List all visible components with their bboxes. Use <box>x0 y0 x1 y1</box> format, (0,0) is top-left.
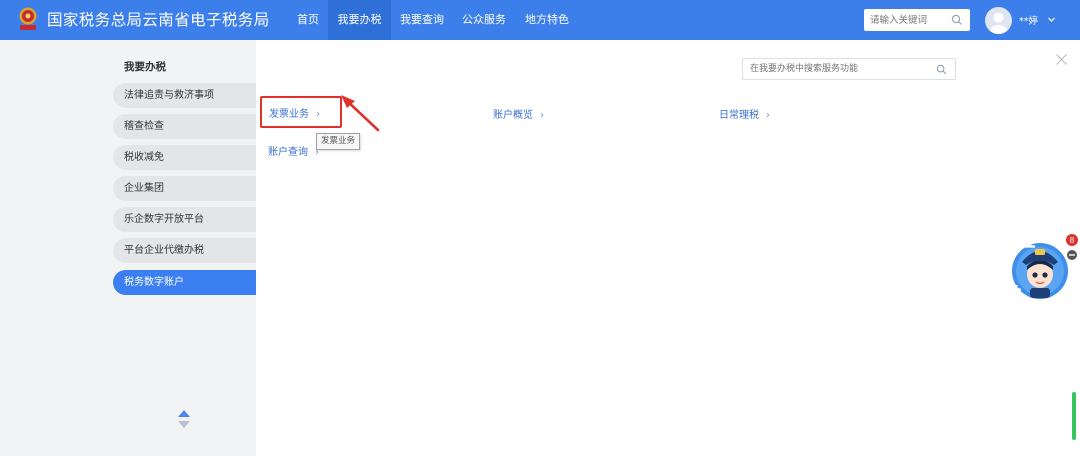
site-title[interactable]: 国家税务总局云南省电子税务局 <box>47 10 270 30</box>
link-label: 日常理税 <box>719 110 759 121</box>
user-avatar[interactable] <box>985 7 1012 34</box>
assistant-char-zheng: 征 <box>1020 232 1035 250</box>
top-navigation-bar: 国家税务总局云南省电子税务局 首页 我要办税 我要查询 公众服务 地方特色 **… <box>0 0 1080 40</box>
sidebar-item-platform-withholding[interactable]: 平台企业代缴办税 <box>113 238 256 263</box>
close-icon[interactable] <box>1055 53 1068 66</box>
assistant-char-dong: 动 <box>1006 284 1021 302</box>
nav-local-features[interactable]: 地方特色 <box>518 0 576 40</box>
scroll-up-down-icon[interactable] <box>176 408 192 430</box>
notification-count: 8 <box>1069 236 1074 245</box>
assistant-char-hu: 互 <box>994 266 1009 284</box>
tax-emblem-icon <box>19 7 37 30</box>
nav-home[interactable]: 首页 <box>290 0 326 40</box>
sidebar: 我要办税 法律追责与救济事项 稽查检查 税收减免 企业集团 乐企数字开放平台 平… <box>0 40 256 456</box>
sidebar-item-digital-account[interactable]: 税务数字账户 <box>113 270 256 295</box>
link-account-overview[interactable]: 账户概览 › <box>493 106 544 121</box>
tooltip: 发票业务 <box>316 133 361 150</box>
link-label: 账户概览 <box>493 110 533 121</box>
assistant-char-na: 纳 <box>986 248 1001 266</box>
header-search[interactable] <box>864 9 970 31</box>
service-search[interactable] <box>742 58 956 80</box>
user-name[interactable]: **婷 <box>1019 13 1038 27</box>
chevron-down-icon[interactable] <box>1047 15 1056 24</box>
link-label: 账户查询 <box>268 147 308 158</box>
link-daily-tax[interactable]: 日常理税 › <box>719 106 770 121</box>
sidebar-heading: 我要办税 <box>124 61 166 73</box>
sidebar-item-leqi-platform[interactable]: 乐企数字开放平台 <box>113 207 256 232</box>
search-icon[interactable] <box>951 14 963 26</box>
nav-tax-handling[interactable]: 我要办税 <box>328 0 391 40</box>
header-search-input[interactable] <box>870 12 948 28</box>
link-account-query[interactable]: 账户查询 › <box>268 143 319 158</box>
nav-query[interactable]: 我要查询 <box>393 0 451 40</box>
user-icon <box>989 12 1008 34</box>
search-icon[interactable] <box>936 64 947 75</box>
annotation-arrow-icon <box>341 95 380 132</box>
sidebar-item-inspection[interactable]: 稽查检查 <box>113 114 256 139</box>
chevron-right-icon: › <box>540 110 544 121</box>
nav-public-service[interactable]: 公众服务 <box>455 0 513 40</box>
annotation-highlight-box <box>260 96 342 128</box>
service-search-input[interactable] <box>750 62 930 76</box>
sidebar-item-enterprise-group[interactable]: 企业集团 <box>113 176 256 201</box>
sidebar-item-legal-remedies[interactable]: 法律追责与救济事项 <box>113 83 256 108</box>
tax-assistant-widget[interactable]: 征 纳 互 动 8 <box>984 232 1080 304</box>
chevron-right-icon: › <box>766 110 770 121</box>
scroll-indicator[interactable] <box>1072 392 1076 440</box>
sidebar-item-tax-reduction[interactable]: 税收减免 <box>113 145 256 170</box>
